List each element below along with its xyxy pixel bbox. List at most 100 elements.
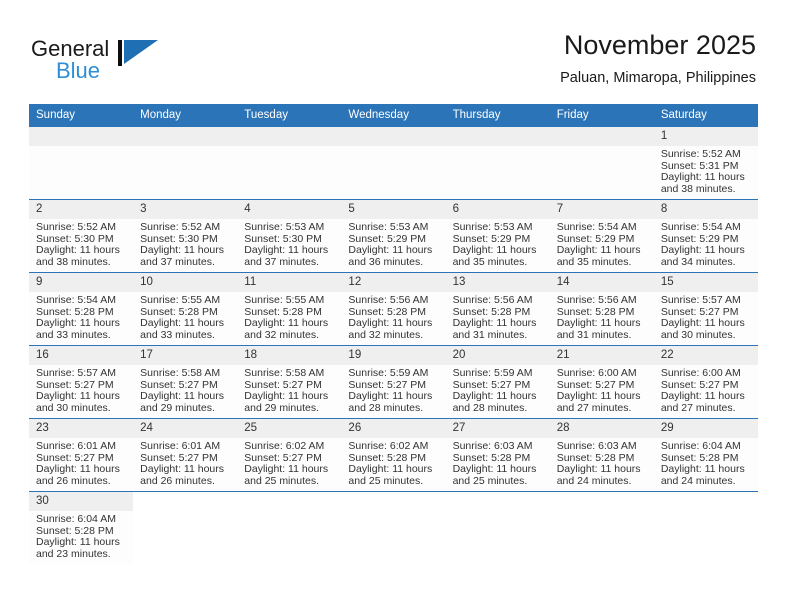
day-daylight2-text: and 30 minutes.: [36, 401, 111, 414]
calendar-day-cell[interactable]: 13 Sunrise: 5:56 AM Sunset: 5:28 PM Dayligh…: [445, 272, 550, 346]
day-daylight2-text: and 33 minutes.: [36, 328, 111, 341]
generalblue-logo[interactable]: General Blue: [31, 36, 231, 88]
day-daylight2-text: and 23 minutes.: [36, 547, 111, 560]
day-details: Sunrise: 6:04 AM Sunset: 5:28 PM Daylight:…: [654, 438, 758, 487]
calendar-day-cell[interactable]: 7 Sunrise: 5:54 AM Sunset: 5:29 PM Daylight…: [549, 199, 654, 273]
day-details: Sunrise: 5:52 AM Sunset: 5:30 PM Daylight:…: [133, 219, 237, 268]
day-number: 5: [341, 200, 446, 219]
day-details: Sunrise: 5:53 AM Sunset: 5:30 PM Daylight:…: [237, 219, 341, 268]
calendar-week-row: 23 Sunrise: 6:01 AM Sunset: 5:27 PM Dayligh…: [29, 418, 758, 492]
day-details: Sunrise: 6:03 AM Sunset: 5:28 PM Daylight:…: [550, 438, 654, 487]
calendar-day-cell[interactable]: 15 Sunrise: 5:57 AM Sunset: 5:27 PM Dayligh…: [653, 272, 758, 346]
calendar-cell-empty: .: [133, 127, 238, 200]
weekday-header-friday: Friday: [549, 104, 654, 127]
day-details: Sunrise: 5:52 AM Sunset: 5:31 PM Daylight:…: [654, 146, 758, 195]
day-sunrise-text: Sunrise: 6:01 AM: [140, 440, 221, 452]
day-details: Sunrise: 5:55 AM Sunset: 5:28 PM Daylight:…: [133, 292, 237, 341]
calendar-day-cell[interactable]: 9 Sunrise: 5:54 AM Sunset: 5:28 PM Daylight…: [29, 272, 134, 346]
day-sunrise-text: Sunrise: 5:52 AM: [660, 148, 741, 160]
calendar-day-cell[interactable]: 21 Sunrise: 6:00 AM Sunset: 5:27 PM Dayligh…: [549, 345, 654, 419]
calendar-day-cell[interactable]: 3 Sunrise: 5:52 AM Sunset: 5:30 PM Daylight…: [133, 199, 238, 273]
calendar-day-cell[interactable]: 2 Sunrise: 5:52 AM Sunset: 5:30 PM Daylight…: [29, 199, 134, 273]
calendar-day-cell[interactable]: 5 Sunrise: 5:53 AM Sunset: 5:29 PM Daylight…: [341, 199, 446, 273]
day-sunrise-text: Sunrise: 6:03 AM: [452, 440, 533, 452]
day-daylight2-text: and 28 minutes.: [452, 401, 528, 414]
day-sunrise-text: Sunrise: 6:02 AM: [244, 440, 325, 452]
calendar-day-cell[interactable]: 22 Sunrise: 6:00 AM Sunset: 5:27 PM Dayligh…: [653, 345, 758, 419]
calendar-day-cell[interactable]: 24 Sunrise: 6:01 AM Sunset: 5:27 PM Dayligh…: [133, 418, 238, 492]
day-number: 28: [549, 419, 654, 438]
day-details: Sunrise: 5:54 AM Sunset: 5:29 PM Daylight:…: [654, 219, 758, 268]
day-sunrise-text: Sunrise: 5:54 AM: [36, 294, 116, 306]
calendar-day-cell[interactable]: 16 Sunrise: 5:57 AM Sunset: 5:27 PM Dayligh…: [29, 345, 134, 419]
weekday-header-sunday: Sunday: [29, 104, 134, 127]
day-sunrise-text: Sunrise: 5:56 AM: [452, 294, 533, 306]
day-daylight2-text: and 29 minutes.: [244, 401, 319, 414]
day-details: Sunrise: 6:02 AM Sunset: 5:28 PM Daylight:…: [341, 438, 445, 487]
day-details: Sunrise: 6:04 AM Sunset: 5:28 PM Daylight:…: [29, 511, 133, 560]
calendar-week-row: 2 Sunrise: 5:52 AM Sunset: 5:30 PM Daylight…: [29, 199, 758, 273]
day-daylight2-text: and 29 minutes.: [140, 401, 215, 414]
day-number: 15: [653, 273, 758, 292]
day-details: Sunrise: 5:56 AM Sunset: 5:28 PM Daylight:…: [341, 292, 445, 341]
calendar-day-cell[interactable]: 1 Sunrise: 5:52 AM Sunset: 5:31 PM Daylight…: [653, 127, 758, 200]
calendar-week-row: 16 Sunrise: 5:57 AM Sunset: 5:27 PM Dayligh…: [29, 345, 758, 419]
calendar-day-cell[interactable]: 8 Sunrise: 5:54 AM Sunset: 5:29 PM Daylight…: [653, 199, 758, 273]
day-sunrise-text: Sunrise: 5:54 AM: [556, 221, 637, 233]
calendar-day-cell[interactable]: 17 Sunrise: 5:58 AM Sunset: 5:27 PM Dayligh…: [133, 345, 238, 419]
day-sunrise-text: Sunrise: 5:53 AM: [244, 221, 325, 233]
calendar-cell-empty: .: [341, 127, 446, 200]
calendar-day-cell[interactable]: 11 Sunrise: 5:55 AM Sunset: 5:28 PM Dayligh…: [237, 272, 342, 346]
day-sunrise-text: Sunrise: 5:58 AM: [244, 367, 325, 379]
day-number: 29: [653, 419, 758, 438]
calendar-day-cell[interactable]: 29 Sunrise: 6:04 AM Sunset: 5:28 PM Dayligh…: [653, 418, 758, 492]
calendar-day-cell[interactable]: 27 Sunrise: 6:03 AM Sunset: 5:28 PM Dayligh…: [445, 418, 550, 492]
calendar-body: ......1Sunrise: 5:52 AMSunset: 5:31 PMDa…: [29, 127, 758, 564]
day-details: Sunrise: 5:57 AM Sunset: 5:27 PM Daylight:…: [654, 292, 758, 341]
day-number: 26: [341, 419, 446, 438]
day-number: 9: [29, 273, 134, 292]
day-sunrise-text: Sunrise: 6:04 AM: [36, 513, 116, 525]
day-daylight2-text: and 26 minutes.: [36, 474, 111, 487]
day-daylight2-text: and 32 minutes.: [348, 328, 424, 341]
calendar-cell-blank: [653, 491, 758, 564]
calendar-day-cell[interactable]: 19 Sunrise: 5:59 AM Sunset: 5:27 PM Dayligh…: [341, 345, 446, 419]
day-details: Sunrise: 5:55 AM Sunset: 5:28 PM Daylight:…: [237, 292, 341, 341]
calendar-day-cell[interactable]: 12 Sunrise: 5:56 AM Sunset: 5:28 PM Dayligh…: [341, 272, 446, 346]
day-sunrise-text: Sunrise: 5:56 AM: [556, 294, 637, 306]
day-daylight2-text: and 35 minutes.: [452, 255, 528, 268]
day-daylight2-text: and 24 minutes.: [556, 474, 632, 487]
day-daylight2-text: and 27 minutes.: [556, 401, 632, 414]
calendar-cell-blank: [445, 491, 550, 564]
day-details: Sunrise: 6:02 AM Sunset: 5:27 PM Daylight:…: [237, 438, 341, 487]
calendar-day-cell[interactable]: 14 Sunrise: 5:56 AM Sunset: 5:28 PM Dayligh…: [549, 272, 654, 346]
calendar-day-cell[interactable]: 28 Sunrise: 6:03 AM Sunset: 5:28 PM Dayligh…: [549, 418, 654, 492]
calendar-day-cell[interactable]: 10 Sunrise: 5:55 AM Sunset: 5:28 PM Dayligh…: [133, 272, 238, 346]
calendar-day-cell[interactable]: 18 Sunrise: 5:58 AM Sunset: 5:27 PM Dayligh…: [237, 345, 342, 419]
day-number: 1: [653, 127, 758, 146]
day-number: 8: [653, 200, 758, 219]
day-sunrise-text: Sunrise: 5:56 AM: [348, 294, 429, 306]
calendar-day-cell[interactable]: 25 Sunrise: 6:02 AM Sunset: 5:27 PM Dayligh…: [237, 418, 342, 492]
calendar-day-cell[interactable]: 26 Sunrise: 6:02 AM Sunset: 5:28 PM Dayligh…: [341, 418, 446, 492]
calendar-week-row: 9 Sunrise: 5:54 AM Sunset: 5:28 PM Daylight…: [29, 272, 758, 346]
calendar-day-cell[interactable]: 30 Sunrise: 6:04 AM Sunset: 5:28 PM Dayligh…: [29, 491, 134, 564]
day-details: Sunrise: 6:00 AM Sunset: 5:27 PM Daylight:…: [550, 365, 654, 414]
day-daylight2-text: and 34 minutes.: [660, 255, 736, 268]
day-daylight2-text: and 38 minutes.: [36, 255, 111, 268]
calendar-table: Sunday Monday Tuesday Wednesday Thursday Frid…: [29, 104, 758, 564]
calendar-cell-empty: .: [237, 127, 342, 200]
day-number: 27: [445, 419, 550, 438]
day-number: 23: [29, 419, 134, 438]
day-details: Sunrise: 6:03 AM Sunset: 5:28 PM Daylight:…: [446, 438, 550, 487]
calendar-day-cell[interactable]: 23 Sunrise: 6:01 AM Sunset: 5:27 PM Dayligh…: [29, 418, 134, 492]
day-details: Sunrise: 5:57 AM Sunset: 5:27 PM Daylight:…: [29, 365, 133, 414]
day-number: 24: [133, 419, 238, 438]
day-daylight2-text: and 33 minutes.: [140, 328, 215, 341]
calendar-day-cell[interactable]: 20 Sunrise: 5:59 AM Sunset: 5:27 PM Dayligh…: [445, 345, 550, 419]
weekday-header-monday: Monday: [133, 104, 238, 127]
calendar-day-cell[interactable]: 4 Sunrise: 5:53 AM Sunset: 5:30 PM Daylight…: [237, 199, 342, 273]
calendar-cell-empty: .: [29, 127, 134, 200]
calendar-header-row: Sunday Monday Tuesday Wednesday Thursday Frid…: [29, 104, 758, 127]
calendar-day-cell[interactable]: 6 Sunrise: 5:53 AM Sunset: 5:29 PM Daylight…: [445, 199, 550, 273]
